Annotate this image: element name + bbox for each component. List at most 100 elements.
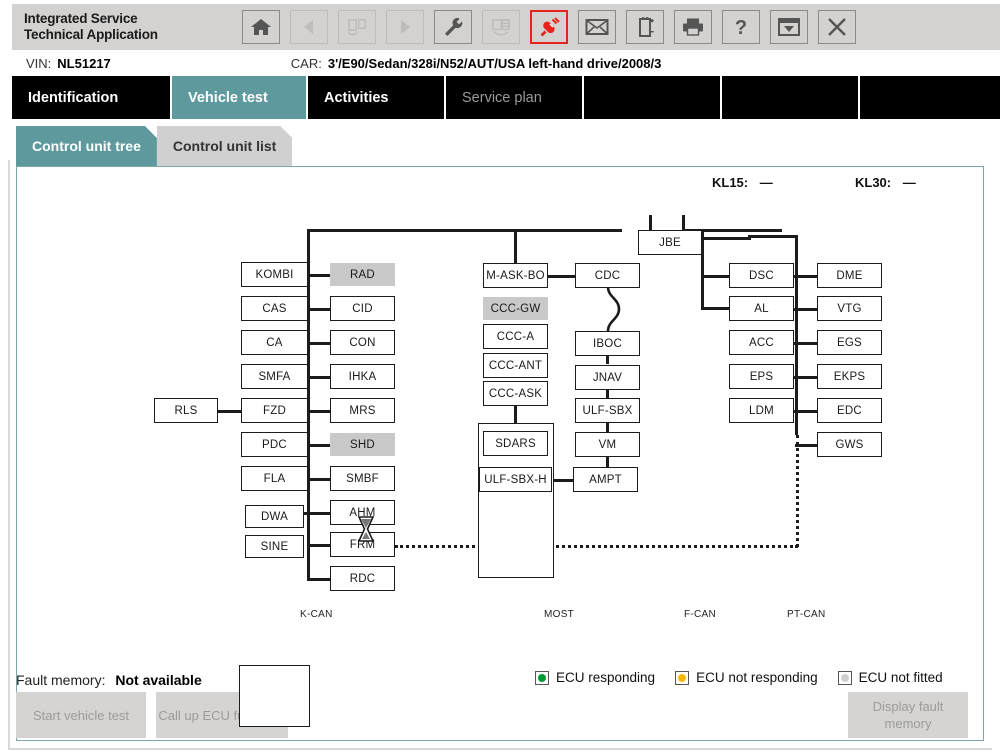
ecu-node-shd[interactable]: SHD: [330, 433, 395, 456]
ecu-node-sdars[interactable]: SDARS: [483, 431, 548, 456]
app-title-line1: Integrated Service: [24, 11, 138, 26]
service-functions-button[interactable]: [434, 10, 472, 44]
ecu-node-dme[interactable]: DME: [817, 263, 882, 288]
forward-button[interactable]: [386, 10, 424, 44]
ecu-node-fla[interactable]: FLA: [241, 466, 308, 491]
ecu-node-gws[interactable]: GWS: [817, 432, 882, 457]
ecu-node-al[interactable]: AL: [729, 296, 794, 321]
ecu-node-ulf-sbx-h[interactable]: ULF-SBX-H: [479, 467, 552, 492]
ecu-node-rdc[interactable]: RDC: [330, 566, 395, 591]
close-button[interactable]: [818, 10, 856, 44]
ecu-node-smbf[interactable]: SMBF: [330, 466, 395, 491]
ecu-node-ldm[interactable]: LDM: [729, 398, 794, 423]
wire-dotted-frm-to-ptcan: [395, 545, 798, 548]
ecu-node-jbe[interactable]: JBE: [638, 230, 702, 255]
ecu-node-jnav[interactable]: JNAV: [575, 365, 640, 390]
ecu-node-ccc-ant[interactable]: CCC-ANT: [483, 353, 548, 378]
ecu-label-ekps: EKPS: [833, 370, 866, 383]
fault-memory-value: Not available: [115, 672, 202, 688]
ecu-label-smbf: SMBF: [346, 472, 379, 485]
vehicle-identification-button[interactable]: [482, 10, 520, 44]
ecu-label-fla: FLA: [263, 472, 286, 485]
wire-jbe-ptcan: [748, 235, 798, 238]
app-title: Integrated Service Technical Application: [24, 11, 224, 43]
wire-jbe-right: [701, 237, 751, 240]
ecu-node-rad[interactable]: RAD: [330, 263, 395, 286]
ecu-label-vm: VM: [598, 438, 617, 451]
subtab-control-unit-tree[interactable]: Control unit tree: [16, 126, 157, 166]
ecu-node-acc[interactable]: ACC: [729, 330, 794, 355]
ecu-label-ccc-ant: CCC-ANT: [488, 359, 543, 372]
ecu-node-mrs[interactable]: MRS: [330, 398, 395, 423]
car-value: 3'/E90/Sedan/328i/N52/AUT/USA left-hand …: [327, 55, 662, 71]
help-button[interactable]: ?: [722, 10, 760, 44]
home-button[interactable]: [242, 10, 280, 44]
sub-tab-bar: Control unit tree Control unit list: [16, 126, 292, 166]
ecu-node-smfa[interactable]: SMFA: [241, 364, 308, 389]
tab-activities[interactable]: Activities: [308, 76, 446, 119]
messages-button[interactable]: [578, 10, 616, 44]
print-button[interactable]: [674, 10, 712, 44]
legend-responding-swatch: [535, 670, 549, 685]
legend-responding: ECU responding: [535, 670, 655, 685]
ecu-label-mask-bo: M-ASK-BO: [486, 269, 545, 282]
ecu-label-gws: GWS: [835, 438, 864, 451]
wire-ptcan-trunk: [795, 235, 798, 435]
start-vehicle-test-button[interactable]: Start vehicle test: [16, 692, 146, 738]
hourglass-cursor-icon: [357, 516, 375, 542]
wire-jbe-dsc: [701, 275, 730, 278]
ecu-node-cdc[interactable]: CDC: [575, 263, 640, 288]
tab-service-plan[interactable]: Service plan: [446, 76, 584, 119]
legend-not-fitted-swatch: [837, 670, 852, 685]
fault-memory-label: Fault memory:: [16, 672, 106, 688]
minimize-window-button[interactable]: [770, 10, 808, 44]
ecu-node-eps[interactable]: EPS: [729, 364, 794, 389]
tab-vehicle-test[interactable]: Vehicle test: [172, 76, 308, 119]
ecu-label-fzd: FZD: [263, 404, 286, 417]
ecu-label-rad: RAD: [350, 268, 375, 281]
copy-document-button[interactable]: [338, 10, 376, 44]
ecu-node-pdc[interactable]: PDC: [241, 432, 308, 457]
ecu-node-cid[interactable]: CID: [330, 296, 395, 321]
ecu-node-dsc[interactable]: DSC: [729, 263, 794, 288]
wire-rls-fzd: [217, 410, 242, 413]
wire-jbe-branch-down: [701, 264, 704, 309]
connection-plug-button[interactable]: [530, 10, 568, 44]
ecu-node-ampt[interactable]: AMPT: [573, 467, 638, 492]
ecu-node-dwa[interactable]: DWA: [245, 505, 304, 528]
wire-jbe-al: [701, 307, 730, 310]
ecu-node-ekps[interactable]: EKPS: [817, 364, 882, 389]
ecu-node-egs[interactable]: EGS: [817, 330, 882, 355]
ecu-node-ccc-a[interactable]: CCC-A: [483, 324, 548, 349]
back-button[interactable]: [290, 10, 328, 44]
ecu-node-ca[interactable]: CA: [241, 330, 308, 355]
ecu-node-ihka[interactable]: IHKA: [330, 364, 395, 389]
battery-button[interactable]: [626, 10, 664, 44]
subtab-control-unit-list[interactable]: Control unit list: [157, 126, 292, 166]
tab-identification[interactable]: Identification: [12, 76, 172, 119]
tab-empty-1[interactable]: [584, 76, 722, 119]
ecu-node-mask-bo[interactable]: M-ASK-BO: [483, 263, 548, 288]
ecu-node-cas[interactable]: CAS: [241, 296, 308, 321]
ecu-node-fzd[interactable]: FZD: [241, 398, 308, 423]
ecu-node-sine[interactable]: SINE: [245, 535, 304, 558]
ecu-node-vm[interactable]: VM: [575, 432, 640, 457]
ecu-node-rls[interactable]: RLS: [154, 398, 218, 423]
ecu-node-ulf-sbx[interactable]: ULF-SBX: [575, 398, 640, 423]
ecu-node-ccc-gw[interactable]: CCC-GW: [483, 297, 548, 320]
ecu-node-iboc[interactable]: IBOC: [575, 331, 640, 356]
ecu-label-jbe: JBE: [659, 236, 681, 249]
application-window: Integrated Service Technical Application: [0, 0, 1000, 755]
tab-empty-2[interactable]: [722, 76, 860, 119]
ecu-node-edc[interactable]: EDC: [817, 398, 882, 423]
ecu-node-ccc-ask[interactable]: CCC-ASK: [483, 381, 548, 406]
fault-memory-status: Fault memory: Not available: [16, 672, 202, 688]
legend-not-responding-swatch: [675, 670, 690, 685]
ecu-node-con[interactable]: CON: [330, 330, 395, 355]
ecu-label-mrs: MRS: [349, 404, 376, 417]
ecu-node-vtg[interactable]: VTG: [817, 296, 882, 321]
display-fault-memory-button[interactable]: Display fault memory: [848, 692, 968, 738]
tab-empty-3[interactable]: [860, 76, 1000, 119]
ecu-label-pdc: PDC: [262, 438, 287, 451]
ecu-node-kombi[interactable]: KOMBI: [241, 262, 308, 287]
